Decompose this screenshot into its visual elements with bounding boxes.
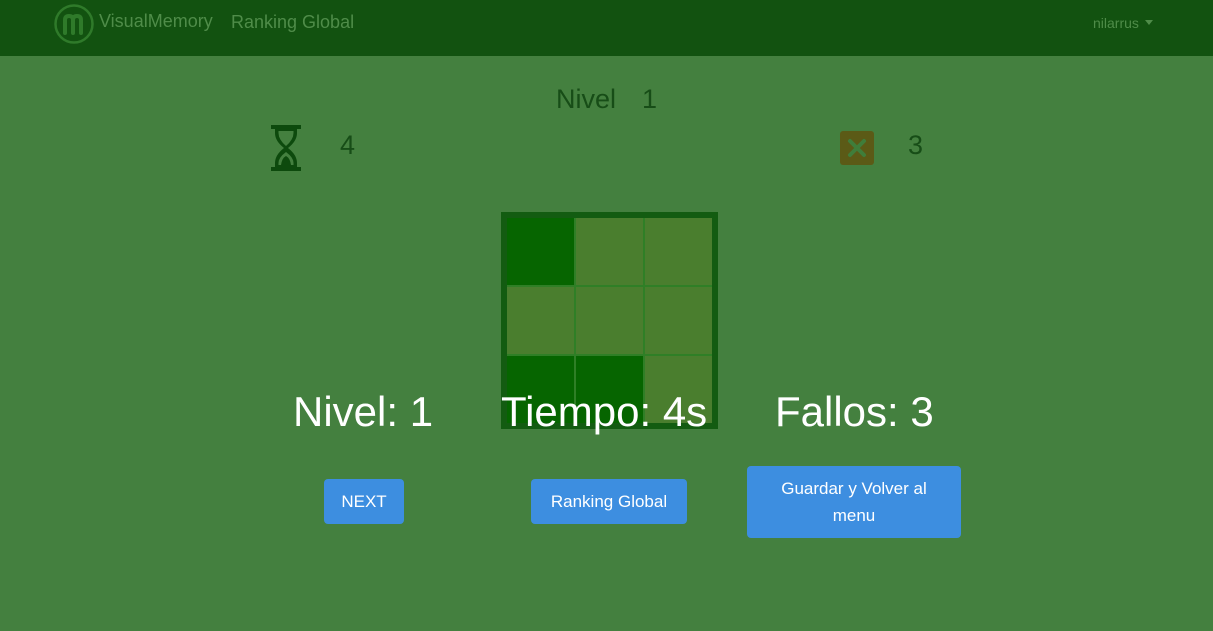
level-value: 1	[641, 84, 658, 114]
board-cell[interactable]	[645, 218, 712, 285]
ranking-button[interactable]: Ranking Global	[531, 479, 687, 524]
level-indicator: Nivel 1	[0, 84, 1213, 115]
board-cell[interactable]	[507, 287, 574, 354]
board-cell[interactable]	[645, 287, 712, 354]
next-button[interactable]: NEXT	[324, 479, 404, 524]
nav-link-ranking[interactable]: Ranking Global	[231, 12, 354, 33]
user-menu[interactable]: nilarrus	[1093, 15, 1153, 31]
board-cell[interactable]	[507, 218, 574, 285]
close-icon	[840, 131, 874, 165]
board-cell[interactable]	[576, 287, 643, 354]
hourglass-icon	[271, 125, 301, 171]
result-time: Tiempo: 4s	[501, 388, 708, 435]
caret-down-icon	[1144, 20, 1153, 25]
brand-name[interactable]: VisualMemory	[99, 11, 213, 32]
fail-count: 3	[908, 130, 924, 160]
result-fails: Fallos: 3	[775, 388, 934, 435]
user-name: nilarrus	[1093, 15, 1139, 31]
level-label: Nivel	[555, 84, 616, 114]
save-return-button[interactable]: Guardar y Volver al menu	[747, 466, 961, 538]
navbar: VisualMemory Ranking Global nilarrus	[0, 0, 1213, 56]
time-remaining: 4	[340, 130, 356, 160]
board-cell[interactable]	[576, 218, 643, 285]
m-logo-icon[interactable]	[54, 4, 94, 44]
result-level: Nivel: 1	[293, 388, 434, 435]
